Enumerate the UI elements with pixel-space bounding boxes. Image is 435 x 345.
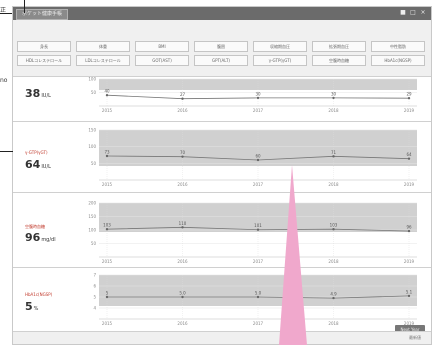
pointer-arrow: [279, 165, 307, 345]
